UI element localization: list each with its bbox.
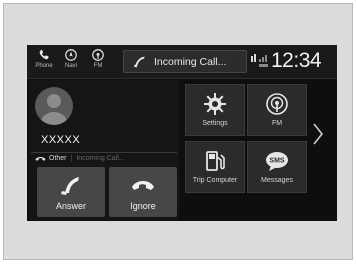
shortcut-navi[interactable]: Navi [58,48,84,74]
answer-button[interactable]: Answer [37,167,105,217]
tile-label: Settings [202,120,228,127]
navi-icon [65,49,77,61]
ignore-button[interactable]: Ignore [109,167,177,217]
chevron-right-icon[interactable] [311,122,325,146]
sms-icon: SMS [266,152,288,171]
shortcut-label: Phone [35,63,53,69]
svg-text:SMS: SMS [269,158,285,165]
caller-avatar [35,87,73,125]
radio-icon [266,93,288,115]
answer-handset-icon [61,177,79,195]
answer-label: Answer [55,201,86,211]
phone-icon [39,49,49,60]
shortcut-label: FM [93,63,103,69]
clock: 12:34 [271,49,322,72]
separator: | [70,155,73,162]
tile-label: Trip Computer [192,177,238,184]
hang-up-icon [132,181,154,190]
handset-icon [134,56,145,67]
call-panel: XXXXX Other | Incoming Call... Answer Ig… [29,80,179,220]
tile-label: FM [271,120,283,127]
fuel-pump-icon [206,151,225,171]
settings-gear-icon [204,93,226,115]
ignore-label: Ignore [130,201,156,211]
tile-messages[interactable]: SMS Messages [247,141,307,193]
shortcut-label: Navi [64,63,77,69]
tile-settings[interactable]: Settings [185,84,245,136]
caller-status: Incoming Call... [76,155,125,162]
caller-info: Other | Incoming Call... [35,155,125,162]
shortcut-fm[interactable]: FM [85,48,111,74]
tile-trip-computer[interactable]: Trip Computer [185,141,245,193]
top-bar: Phone Navi FM Incoming Call... 12:34 [27,45,337,79]
signal-status-icon [251,54,268,67]
person-silhouette-icon [40,94,68,125]
tile-label: Messages [261,177,293,184]
caller-type: Other [49,155,67,162]
shortcut-phone[interactable]: Phone [31,48,57,74]
tile-fm[interactable]: FM [247,84,307,136]
call-status-text: Incoming Call... [154,55,227,68]
divider [31,152,177,153]
caller-name: XXXXX [41,134,81,146]
phone-icon [35,157,46,161]
infotainment-screen: Phone Navi FM Incoming Call... 12:34 XXX… [27,45,337,221]
incoming-call-pill[interactable]: Incoming Call... [123,50,247,73]
fm-icon [92,49,104,61]
